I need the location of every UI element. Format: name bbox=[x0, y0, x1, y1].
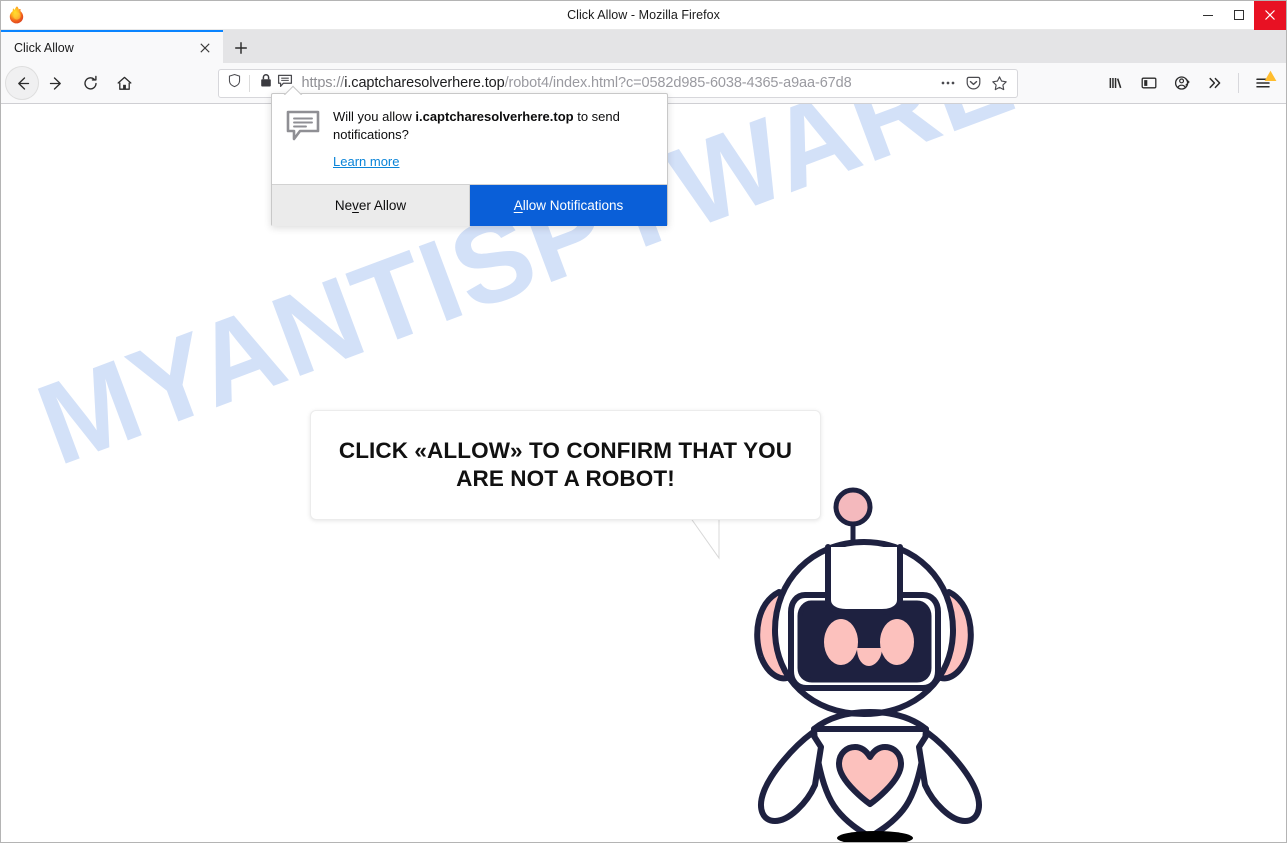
window-title: Click Allow - Mozilla Firefox bbox=[567, 8, 720, 22]
window-controls bbox=[1192, 0, 1286, 30]
forward-button[interactable] bbox=[39, 66, 73, 100]
never-allow-button[interactable]: Ne v er Allow bbox=[272, 185, 470, 226]
back-button[interactable] bbox=[5, 66, 39, 100]
allow-suffix: llow Notifications bbox=[522, 198, 624, 213]
sidebar-icon[interactable] bbox=[1133, 67, 1164, 99]
update-warning-badge-icon bbox=[1264, 69, 1277, 81]
title-bar: Click Allow - Mozilla Firefox bbox=[1, 0, 1286, 30]
close-button[interactable] bbox=[1254, 0, 1286, 30]
popup-text-column: Will you allow i.captcharesolverhere.top… bbox=[333, 108, 651, 171]
never-allow-suffix: er Allow bbox=[358, 198, 407, 213]
allow-accesskey: A bbox=[513, 198, 523, 213]
popup-body: Will you allow i.captcharesolverhere.top… bbox=[272, 94, 667, 184]
bookmark-star-icon[interactable] bbox=[987, 70, 1013, 96]
identity-separator bbox=[248, 74, 250, 92]
speech-bubble-text: CLICK «ALLOW» TO CONFIRM THAT YOU ARE NO… bbox=[338, 438, 793, 491]
pocket-button[interactable] bbox=[961, 70, 987, 96]
overflow-chevron-icon[interactable] bbox=[1199, 67, 1230, 99]
popup-actions: Ne v er Allow Allow Notifications bbox=[272, 184, 667, 226]
url-scheme: https:// bbox=[301, 75, 345, 91]
page-actions-button[interactable] bbox=[935, 70, 961, 96]
robot-mascot-illustration bbox=[749, 485, 999, 842]
minimize-button[interactable] bbox=[1192, 1, 1223, 30]
home-button[interactable] bbox=[107, 66, 141, 100]
maximize-button[interactable] bbox=[1223, 1, 1254, 30]
speech-bubble: CLICK «ALLOW» TO CONFIRM THAT YOU ARE NO… bbox=[310, 410, 821, 520]
toolbar-separator bbox=[1238, 73, 1239, 93]
library-icon[interactable] bbox=[1100, 67, 1131, 99]
close-tab-icon[interactable] bbox=[195, 38, 215, 58]
never-allow-accesskey: v bbox=[352, 198, 359, 213]
allow-notifications-button[interactable]: Allow Notifications bbox=[470, 185, 667, 226]
popup-question-prefix: Will you allow bbox=[333, 109, 416, 124]
tab-click-allow[interactable]: Click Allow bbox=[1, 30, 223, 63]
browser-window: Click Allow - Mozilla Firefox Click Allo… bbox=[0, 0, 1287, 843]
account-sync-icon[interactable] bbox=[1166, 67, 1197, 99]
url-text[interactable]: https://i.captcharesolverhere.top/robot4… bbox=[295, 75, 935, 91]
lock-icon[interactable] bbox=[259, 73, 273, 93]
speech-bubble-tail bbox=[689, 516, 729, 565]
learn-more-link[interactable]: Learn more bbox=[333, 154, 399, 169]
tracking-protection-shield-icon[interactable] bbox=[227, 73, 242, 93]
tab-title: Click Allow bbox=[14, 40, 74, 55]
url-path: /robot4/index.html?c=0582d985-6038-4365-… bbox=[504, 75, 852, 91]
reload-button[interactable] bbox=[73, 66, 107, 100]
notification-bubble-icon bbox=[286, 108, 320, 171]
application-menu-button[interactable] bbox=[1247, 67, 1278, 99]
notification-permission-popup: Will you allow i.captcharesolverhere.top… bbox=[271, 93, 668, 226]
popup-arrow bbox=[282, 85, 304, 95]
popup-question-host: i.captcharesolverhere.top bbox=[415, 109, 574, 124]
tab-strip: Click Allow bbox=[1, 30, 1286, 63]
url-domain: captcharesolverhere.top bbox=[351, 75, 505, 91]
never-allow-prefix: Ne bbox=[334, 198, 353, 213]
toolbar-icons bbox=[1100, 67, 1278, 99]
new-tab-button[interactable] bbox=[223, 32, 259, 63]
popup-question: Will you allow i.captcharesolverhere.top… bbox=[333, 108, 651, 143]
